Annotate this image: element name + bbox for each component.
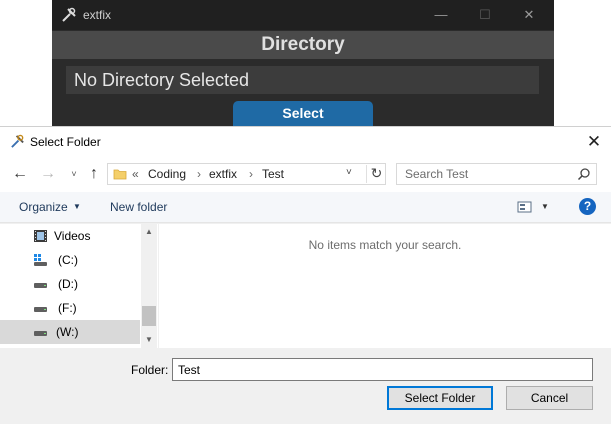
video-folder-icon	[34, 230, 47, 242]
select-folder-dialog: Select Folder ✕ ← → ˅ ↑ « Coding › extfi…	[0, 126, 611, 424]
folder-name-input[interactable]	[172, 358, 593, 381]
drive-icon	[34, 283, 47, 288]
dialog-titlebar: Select Folder ✕	[0, 127, 611, 156]
command-toolbar: Organize ▼ New folder ▼ ?	[0, 192, 611, 223]
directory-header: Directory	[52, 31, 554, 59]
tree-item-videos[interactable]: Videos	[0, 224, 140, 248]
up-arrow-icon[interactable]: ↑	[84, 164, 104, 184]
scroll-up-icon[interactable]: ▲	[141, 224, 157, 240]
app-close-button[interactable]: ✕	[518, 5, 540, 25]
tree-item-label: (D:)	[58, 277, 78, 291]
windows-drive-icon	[34, 254, 47, 266]
breadcrumb-item[interactable]: Coding	[148, 167, 186, 181]
breadcrumb-item[interactable]: Test	[262, 167, 284, 181]
search-input[interactable]	[397, 164, 572, 184]
maximize-button[interactable]: ☐	[474, 5, 496, 25]
recent-locations-chevron-icon[interactable]: ˅	[64, 164, 84, 184]
folder-label: Folder:	[131, 363, 169, 377]
tree-item-drive-d[interactable]: (D:)	[0, 272, 140, 296]
dialog-footer: Folder: Select Folder Cancel	[0, 348, 611, 424]
select-folder-button[interactable]: Select Folder	[387, 386, 493, 410]
search-icon[interactable]	[577, 167, 591, 181]
folder-icon	[113, 169, 127, 180]
breadcrumb-item[interactable]: extfix	[209, 167, 237, 181]
refresh-icon[interactable]: ↻	[366, 165, 386, 183]
select-button[interactable]: Select	[233, 101, 373, 126]
empty-results-message: No items match your search.	[308, 238, 462, 252]
navigation-bar: ← → ˅ ↑ « Coding › extfix › Test ˅ ↻	[0, 156, 611, 192]
tree-item-drive-f[interactable]: (F:)	[0, 296, 140, 320]
tree-item-label: (W:)	[56, 325, 79, 339]
tree-item-drive-w[interactable]: (W:)	[0, 320, 140, 344]
scroll-thumb[interactable]	[142, 306, 156, 326]
app-titlebar: extfix — ☐ ✕	[52, 0, 554, 30]
file-list-pane[interactable]: No items match your search.	[159, 224, 611, 348]
tree-item-drive-c[interactable]: (C:)	[0, 248, 140, 272]
app-title: extfix	[83, 8, 112, 22]
back-arrow-icon[interactable]: ←	[10, 164, 30, 184]
tree-item-label: (C:)	[58, 253, 78, 267]
navigation-scrollbar[interactable]: ▲ ▼	[141, 224, 157, 348]
search-box	[396, 163, 597, 185]
tree-item-label: Videos	[54, 229, 91, 243]
view-dropdown-icon[interactable]: ▼	[541, 202, 549, 211]
breadcrumb-separator[interactable]: ›	[249, 167, 253, 181]
dialog-title: Select Folder	[30, 135, 101, 149]
minimize-button[interactable]: —	[430, 5, 452, 25]
cancel-button[interactable]: Cancel	[506, 386, 593, 410]
dialog-close-button[interactable]: ✕	[583, 131, 605, 153]
address-bar[interactable]: « Coding › extfix › Test ˅ ↻	[107, 163, 386, 185]
organize-button[interactable]: Organize	[19, 200, 68, 214]
tools-icon	[11, 134, 24, 148]
app-window: extfix — ☐ ✕ Directory No Directory Sele…	[52, 0, 554, 126]
navigation-pane: Videos (C:) (D:) (F:) (W:) ▲ ▼	[0, 224, 158, 348]
view-options-icon[interactable]	[517, 200, 532, 214]
breadcrumb-overflow[interactable]: «	[132, 167, 139, 181]
breadcrumb-separator[interactable]: ›	[197, 167, 201, 181]
new-folder-button[interactable]: New folder	[110, 200, 167, 214]
directory-display: No Directory Selected	[66, 66, 539, 94]
help-icon[interactable]: ?	[579, 198, 596, 215]
scroll-down-icon[interactable]: ▼	[141, 332, 157, 348]
tree-item-label: (F:)	[58, 301, 77, 315]
drive-icon	[34, 307, 47, 312]
organize-dropdown-icon[interactable]: ▼	[73, 202, 81, 211]
drive-icon	[34, 331, 47, 336]
address-dropdown-icon[interactable]: ˅	[346, 167, 352, 178]
forward-arrow-icon[interactable]: →	[38, 164, 58, 184]
tools-icon	[62, 7, 76, 22]
